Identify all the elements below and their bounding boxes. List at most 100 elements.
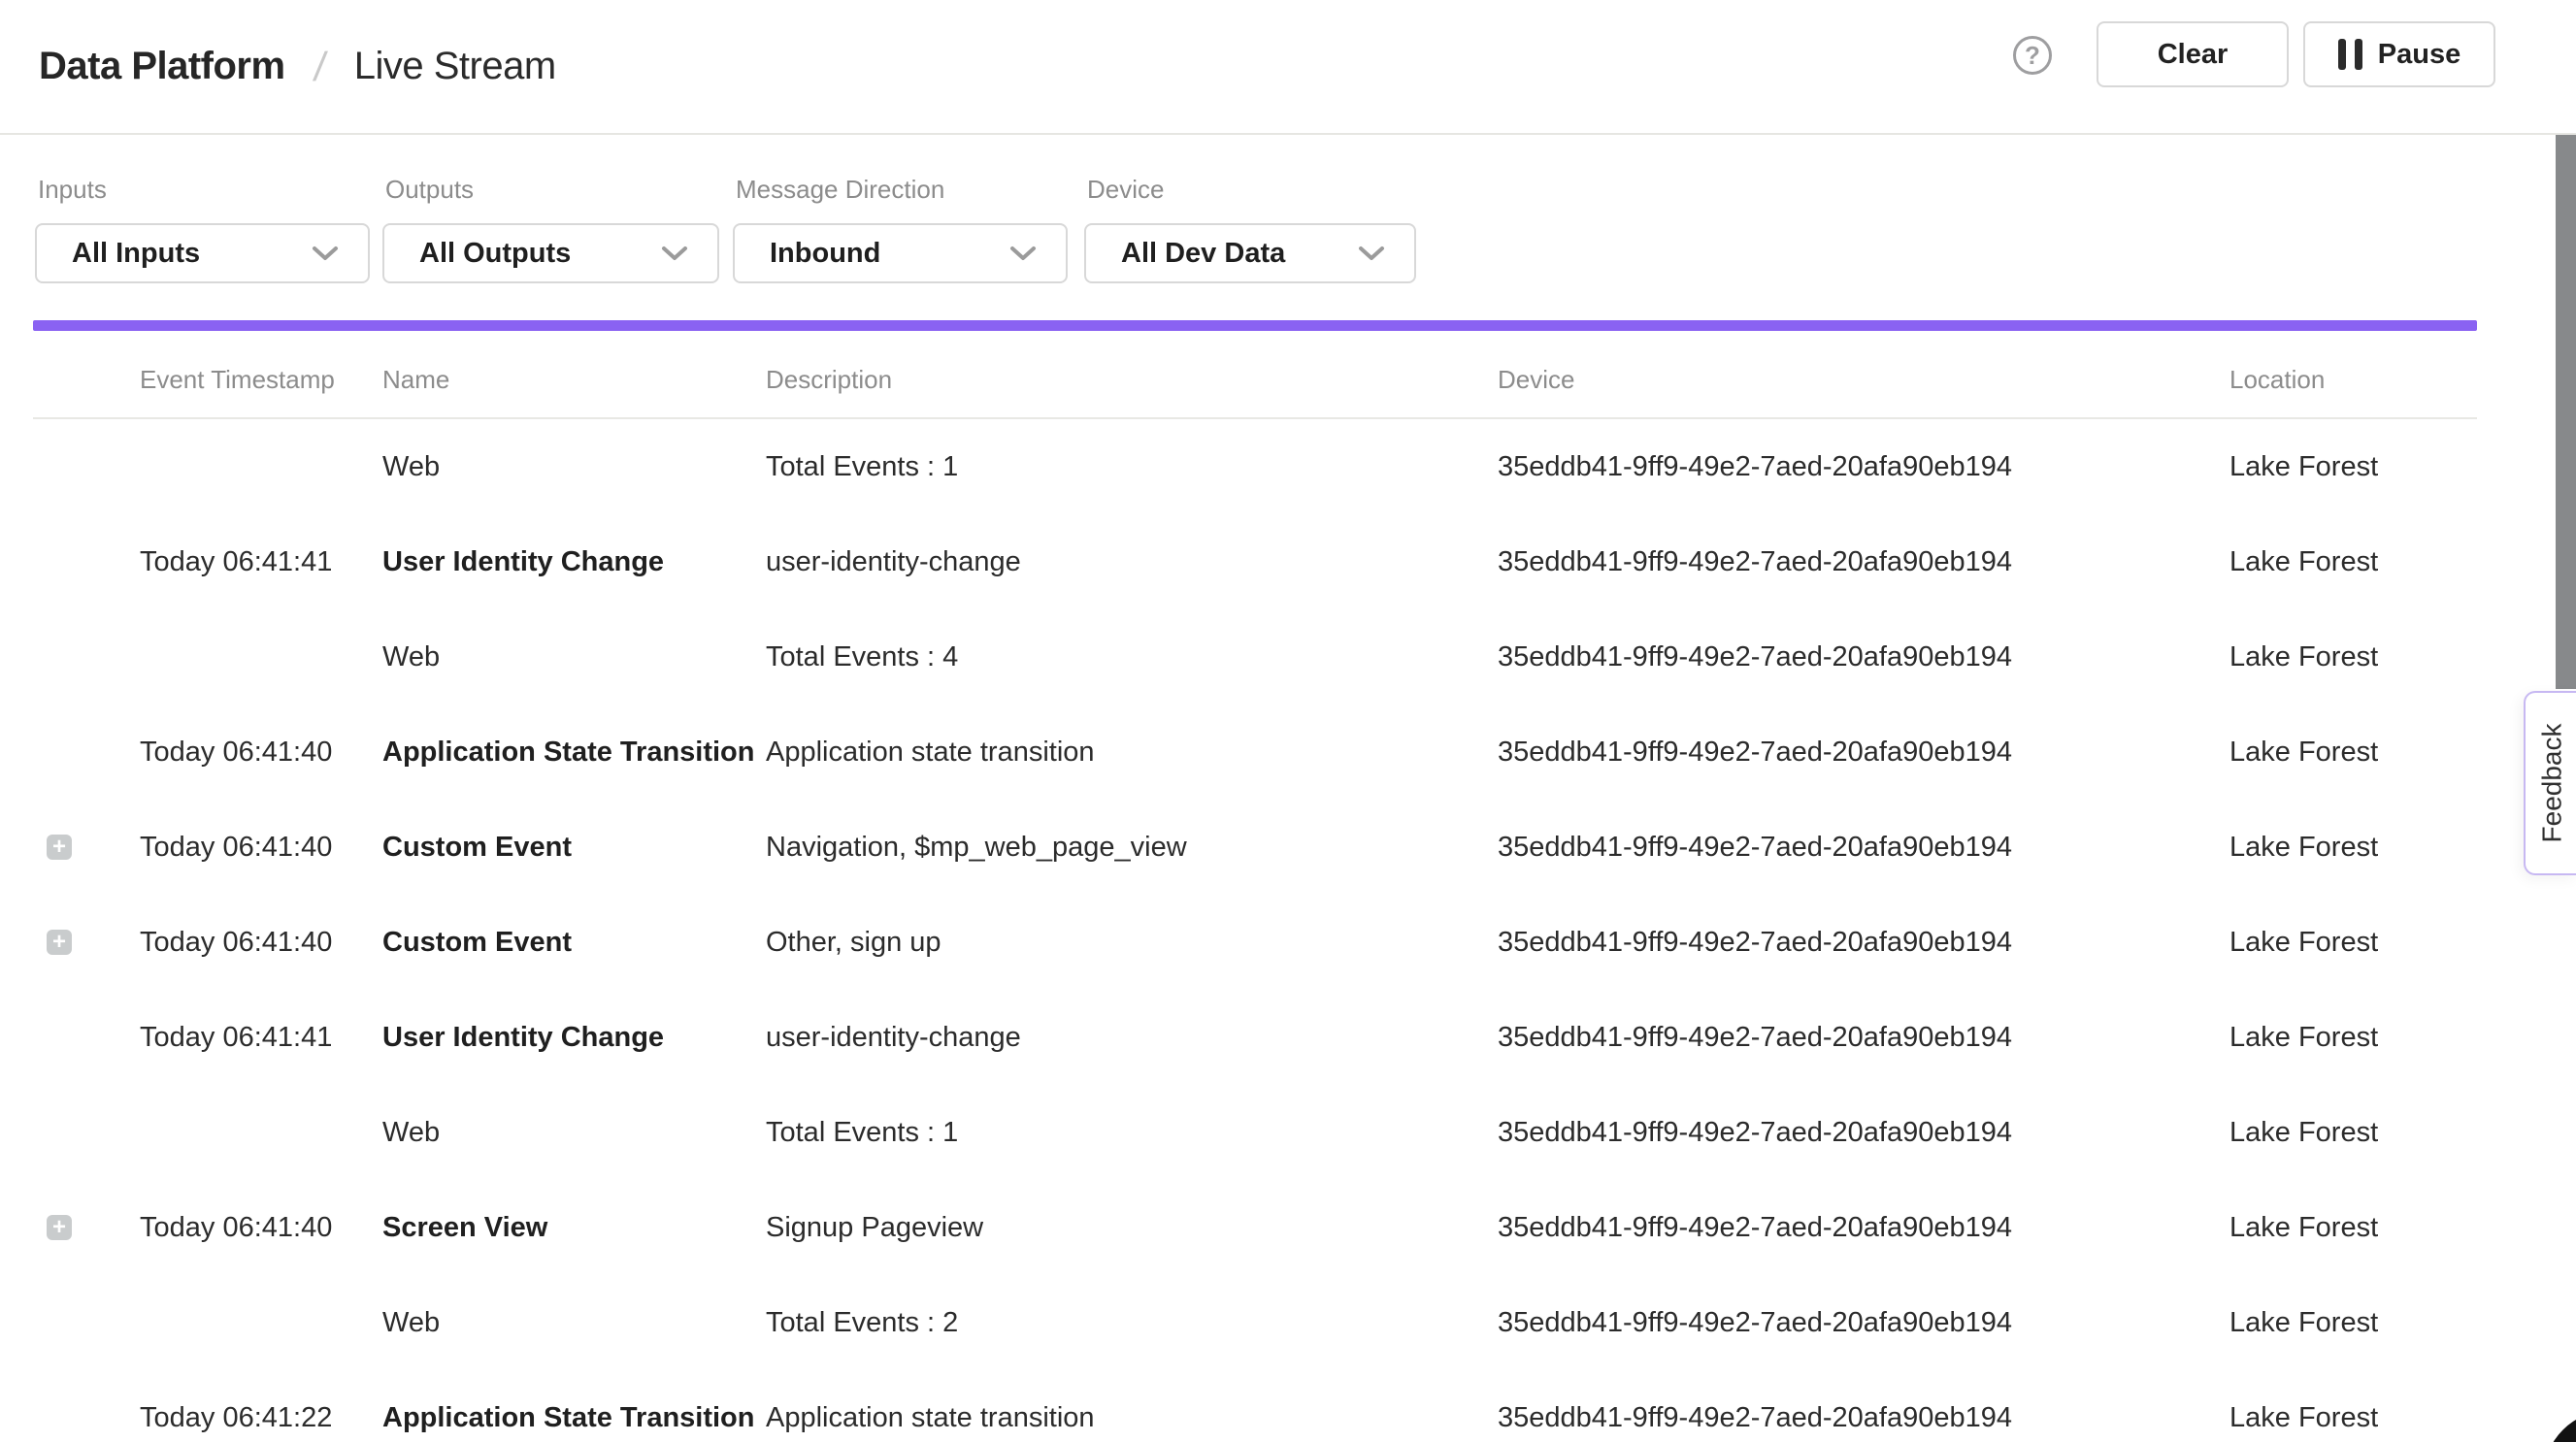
help-glyph: ? (2025, 41, 2040, 71)
page-title: Live Stream (354, 45, 556, 88)
event-timestamp-cell: Today 06:41:41 (140, 546, 382, 578)
expand-plus-icon[interactable]: + (47, 835, 72, 860)
event-description-cell: Total Events : 2 (766, 1307, 1498, 1339)
expand-cell: + (33, 1025, 140, 1050)
filter-inputs-label: Inputs (38, 175, 107, 205)
event-description-cell: Other, sign up (766, 927, 1498, 959)
message-direction-dropdown-value: Inbound (770, 238, 1009, 270)
event-name-cell: Application State Transition (382, 1402, 766, 1434)
event-timestamp-cell: Today 06:41:40 (140, 737, 382, 769)
expand-cell: + (33, 835, 140, 860)
event-location-cell: Lake Forest (2229, 1117, 2477, 1149)
event-device-cell: 35eddb41-9ff9-49e2-7aed-20afa90eb194 (1498, 451, 2229, 483)
device-dropdown-value: All Dev Data (1121, 238, 1358, 270)
column-header-event-timestamp: Event Timestamp (140, 365, 382, 395)
expand-cell: + (33, 1405, 140, 1430)
event-timestamp-cell: Today 06:41:41 (140, 1022, 382, 1054)
outputs-dropdown[interactable]: All Outputs (382, 223, 719, 283)
table-row[interactable]: + Web Total Events : 1 35eddb41-9ff9-49e… (33, 419, 2477, 514)
table-body: + Web Total Events : 1 35eddb41-9ff9-49e… (33, 419, 2477, 1442)
outputs-dropdown-value: All Outputs (419, 238, 661, 270)
event-description-cell: Navigation, $mp_web_page_view (766, 832, 1498, 864)
table-row[interactable]: + Today 06:41:41 User Identity Change us… (33, 990, 2477, 1085)
event-location-cell: Lake Forest (2229, 546, 2477, 578)
event-device-cell: 35eddb41-9ff9-49e2-7aed-20afa90eb194 (1498, 1022, 2229, 1054)
table-row[interactable]: + Today 06:41:22 Application State Trans… (33, 1370, 2477, 1442)
expand-plus-icon[interactable]: + (47, 1215, 72, 1240)
table-row[interactable]: + Web Total Events : 4 35eddb41-9ff9-49e… (33, 609, 2477, 705)
device-dropdown[interactable]: All Dev Data (1084, 223, 1416, 283)
event-name-cell: Custom Event (382, 927, 766, 959)
event-location-cell: Lake Forest (2229, 1212, 2477, 1244)
scrollbar-thumb[interactable] (2556, 135, 2576, 689)
event-device-cell: 35eddb41-9ff9-49e2-7aed-20afa90eb194 (1498, 927, 2229, 959)
event-name-cell: Web (382, 451, 766, 483)
event-location-cell: Lake Forest (2229, 927, 2477, 959)
event-device-cell: 35eddb41-9ff9-49e2-7aed-20afa90eb194 (1498, 641, 2229, 673)
breadcrumb-data-platform[interactable]: Data Platform (39, 45, 285, 88)
filter-outputs-label: Outputs (385, 175, 474, 205)
table-row[interactable]: + Today 06:41:40 Custom Event Other, sig… (33, 895, 2477, 990)
inputs-dropdown[interactable]: All Inputs (35, 223, 370, 283)
event-device-cell: 35eddb41-9ff9-49e2-7aed-20afa90eb194 (1498, 546, 2229, 578)
event-location-cell: Lake Forest (2229, 1402, 2477, 1434)
event-timestamp-cell: Today 06:41:40 (140, 927, 382, 959)
breadcrumb: Data Platform / Live Stream (39, 0, 556, 133)
help-icon[interactable]: ? (2013, 36, 2052, 75)
filter-message-direction-label: Message Direction (736, 175, 944, 205)
pause-icon (2338, 39, 2362, 70)
pause-button-label: Pause (2378, 39, 2460, 71)
table-row[interactable]: + Web Total Events : 2 35eddb41-9ff9-49e… (33, 1275, 2477, 1370)
event-location-cell: Lake Forest (2229, 451, 2477, 483)
chevron-down-icon (1358, 245, 1385, 262)
table-row[interactable]: + Today 06:41:41 User Identity Change us… (33, 514, 2477, 609)
event-location-cell: Lake Forest (2229, 1022, 2477, 1054)
table-row[interactable]: + Today 06:41:40 Application State Trans… (33, 705, 2477, 800)
event-name-cell: Screen View (382, 1212, 766, 1244)
event-name-cell: Web (382, 1117, 766, 1149)
pause-button[interactable]: Pause (2303, 21, 2495, 87)
event-device-cell: 35eddb41-9ff9-49e2-7aed-20afa90eb194 (1498, 737, 2229, 769)
expand-cell: + (33, 930, 140, 955)
message-direction-dropdown[interactable]: Inbound (733, 223, 1068, 283)
event-description-cell: Total Events : 4 (766, 641, 1498, 673)
event-timestamp-cell: Today 06:41:22 (140, 1402, 382, 1434)
event-location-cell: Lake Forest (2229, 1307, 2477, 1339)
event-device-cell: 35eddb41-9ff9-49e2-7aed-20afa90eb194 (1498, 1402, 2229, 1434)
event-description-cell: user-identity-change (766, 1022, 1498, 1054)
event-timestamp-cell: Today 06:41:40 (140, 1212, 382, 1244)
event-device-cell: 35eddb41-9ff9-49e2-7aed-20afa90eb194 (1498, 1307, 2229, 1339)
event-name-cell: User Identity Change (382, 546, 766, 578)
chevron-down-icon (1009, 245, 1037, 262)
feedback-tab[interactable]: Feedback (2524, 691, 2576, 875)
expand-plus-icon[interactable]: + (47, 930, 72, 955)
table-row[interactable]: + Today 06:41:40 Screen View Signup Page… (33, 1180, 2477, 1275)
table-row[interactable]: + Web Total Events : 1 35eddb41-9ff9-49e… (33, 1085, 2477, 1180)
table-row[interactable]: + Today 06:41:40 Custom Event Navigation… (33, 800, 2477, 895)
event-description-cell: user-identity-change (766, 546, 1498, 578)
event-description-cell: Signup Pageview (766, 1212, 1498, 1244)
event-device-cell: 35eddb41-9ff9-49e2-7aed-20afa90eb194 (1498, 832, 2229, 864)
event-name-cell: Web (382, 641, 766, 673)
expand-cell: + (33, 1310, 140, 1335)
expand-cell: + (33, 1215, 140, 1240)
filter-device-label: Device (1087, 175, 1164, 205)
breadcrumb-separator: / (311, 44, 328, 90)
column-header-name: Name (382, 365, 766, 395)
page-header: Data Platform / Live Stream ? Clear Paus… (0, 0, 2576, 135)
inputs-dropdown-value: All Inputs (72, 238, 312, 270)
event-device-cell: 35eddb41-9ff9-49e2-7aed-20afa90eb194 (1498, 1117, 2229, 1149)
chevron-down-icon (312, 245, 339, 262)
expand-cell: + (33, 549, 140, 574)
column-header-device: Device (1498, 365, 2229, 395)
clear-button[interactable]: Clear (2097, 21, 2289, 87)
expand-cell: + (33, 454, 140, 479)
event-location-cell: Lake Forest (2229, 832, 2477, 864)
table-header: Event Timestamp Name Description Device … (33, 342, 2477, 419)
live-stream-page: Data Platform / Live Stream ? Clear Paus… (0, 0, 2576, 1442)
event-name-cell: User Identity Change (382, 1022, 766, 1054)
feedback-tab-label: Feedback (2536, 724, 2567, 843)
chat-widget-button[interactable] (2543, 1410, 2576, 1442)
event-description-cell: Total Events : 1 (766, 1117, 1498, 1149)
event-location-cell: Lake Forest (2229, 737, 2477, 769)
